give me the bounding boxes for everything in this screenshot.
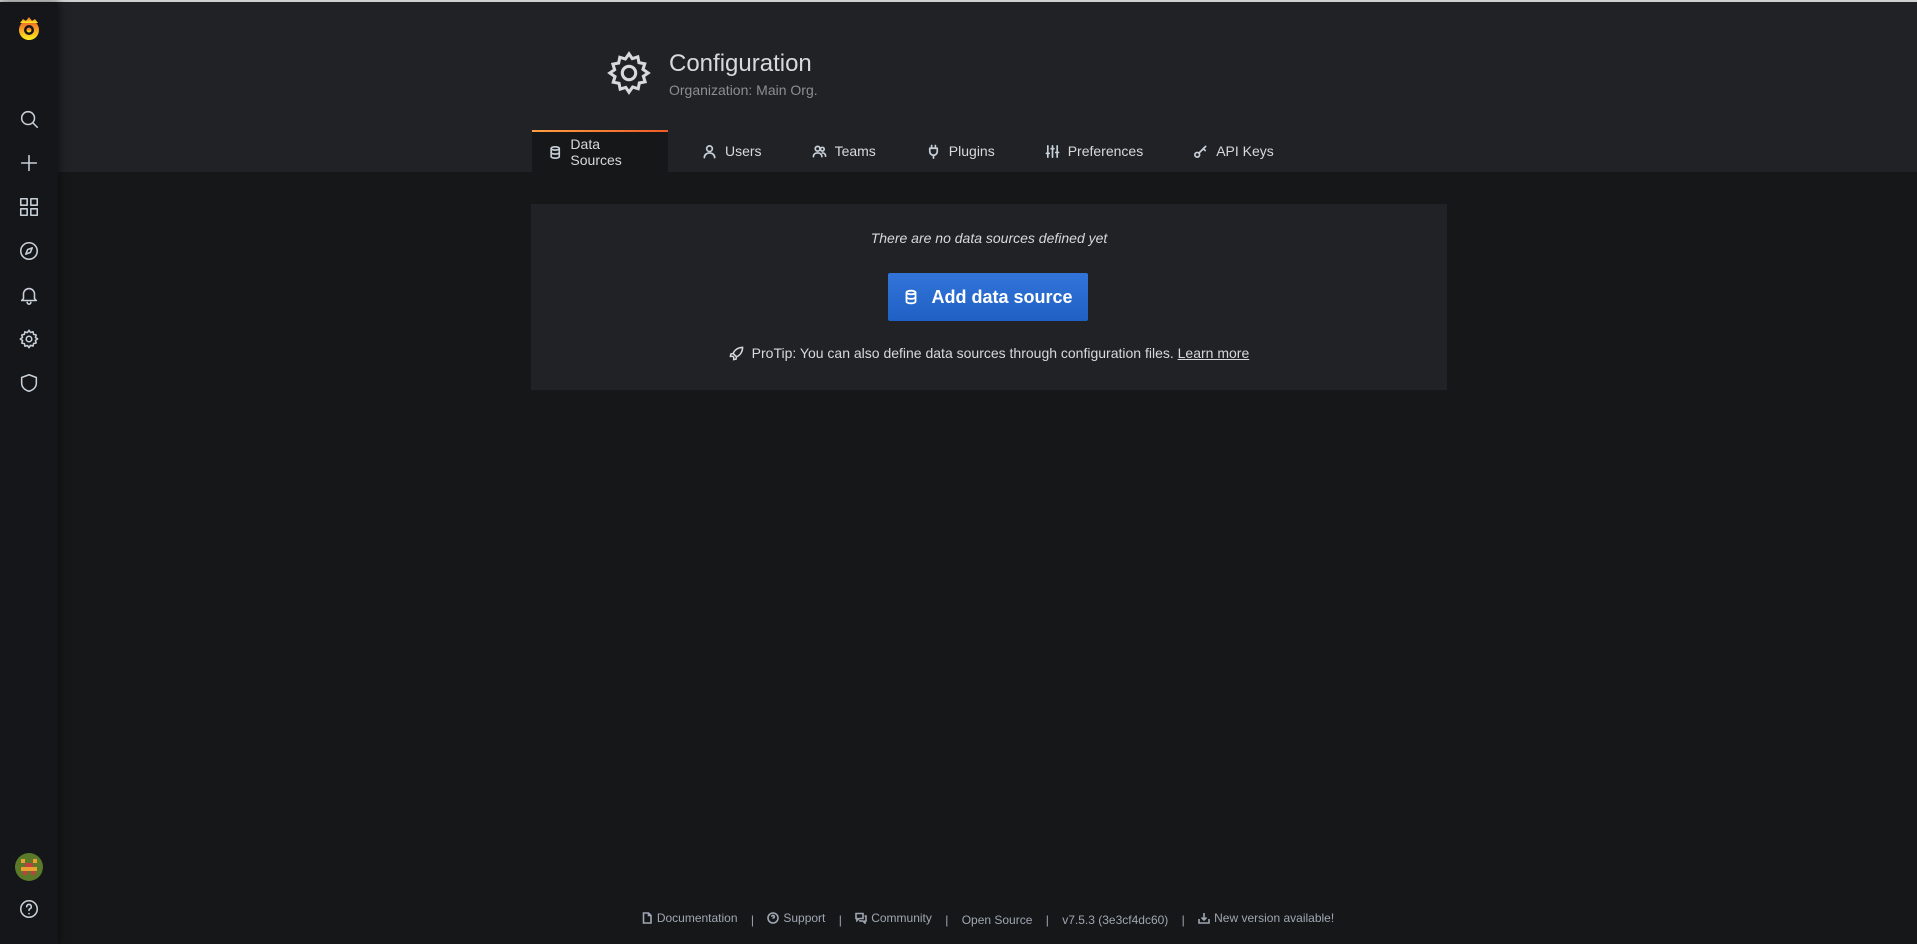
sliders-icon (1045, 144, 1060, 158)
footer-documentation-label: Documentation (656, 911, 738, 925)
bell-icon (20, 287, 38, 305)
gear-icon (606, 50, 652, 96)
database-icon (550, 145, 561, 159)
tab-label: API Keys (1216, 143, 1274, 159)
sidebar (0, 2, 58, 944)
footer-support-label: Support (783, 911, 826, 925)
protip-text: ProTip: You can also define data sources… (751, 345, 1174, 361)
footer-version-label: v7.5.3 (3e3cf4dc60) (1062, 913, 1169, 927)
empty-state-message: There are no data sources defined yet (870, 230, 1108, 246)
download-icon (1198, 913, 1210, 924)
empty-state-card: There are no data sources defined yet Ad… (531, 204, 1447, 390)
tab-teams[interactable]: Teams (778, 130, 892, 172)
protip: ProTip: You can also define data sources… (531, 345, 1447, 361)
tab-bar: Data Sources Users Teams Plugins Prefere… (532, 130, 1290, 172)
footer-version: v7.5.3 (3e3cf4dc60) (1062, 913, 1168, 927)
tab-label: Data Sources (570, 136, 622, 168)
add-data-source-label: Add data source (931, 286, 1073, 307)
tab-label: Preferences (1067, 143, 1144, 159)
footer-separator: | (750, 913, 754, 927)
user-icon (703, 144, 716, 158)
footer-new-version-link[interactable]: New version available! (1198, 911, 1334, 925)
page-header: Configuration Organization: Main Org. Da… (58, 2, 1917, 172)
footer-separator: | (1045, 913, 1049, 927)
tab-api-keys[interactable]: API Keys (1159, 130, 1290, 172)
page-title: Configuration (669, 50, 812, 77)
grafana-logo-icon[interactable] (12, 12, 46, 46)
tab-data-sources[interactable]: Data Sources (532, 130, 668, 172)
footer: Documentation | Support | Community | Op… (58, 911, 1917, 927)
avatar[interactable] (15, 853, 43, 881)
tab-label: Plugins (948, 143, 995, 159)
help-icon (767, 912, 780, 924)
rocket-icon (729, 346, 744, 361)
learn-more-link[interactable]: Learn more (1178, 345, 1250, 361)
tab-preferences[interactable]: Preferences (1011, 130, 1159, 172)
sidebar-item-explore[interactable] (9, 231, 49, 271)
tab-plugins[interactable]: Plugins (892, 130, 1011, 172)
footer-separator: | (838, 913, 842, 927)
help-icon (19, 899, 39, 919)
gear-icon (19, 329, 39, 349)
footer-community-label: Community (871, 911, 932, 925)
footer-open-source-link[interactable]: Open Source (962, 913, 1033, 927)
footer-community-link[interactable]: Community (855, 911, 932, 925)
add-data-source-button[interactable]: Add data source (888, 273, 1088, 321)
sidebar-item-alerting[interactable] (9, 275, 49, 315)
sidebar-item-help[interactable] (9, 889, 49, 929)
page-subtitle: Organization: Main Org. (669, 82, 818, 98)
sidebar-item-create[interactable] (9, 143, 49, 183)
key-icon (1194, 145, 1207, 158)
plug-icon (928, 144, 938, 159)
footer-separator: | (1181, 913, 1185, 927)
users-icon (812, 145, 826, 157)
sidebar-item-search[interactable] (9, 99, 49, 139)
sidebar-item-configuration[interactable] (9, 319, 49, 359)
comments-icon (855, 912, 867, 924)
sidebar-item-dashboards[interactable] (9, 187, 49, 227)
database-icon (906, 289, 917, 305)
footer-open-source-label: Open Source (961, 913, 1033, 927)
tab-label: Teams (834, 143, 876, 159)
sidebar-item-server-admin[interactable] (9, 363, 49, 403)
search-icon (20, 110, 39, 129)
footer-new-version-label: New version available! (1214, 911, 1335, 925)
shield-icon (20, 373, 38, 393)
explore-icon (19, 241, 39, 261)
tab-users[interactable]: Users (668, 130, 778, 172)
dashboards-icon (19, 197, 39, 217)
document-icon (642, 912, 652, 924)
footer-support-link[interactable]: Support (767, 911, 825, 925)
tab-label: Users (725, 143, 762, 159)
footer-separator: | (945, 913, 949, 927)
plus-icon (20, 154, 38, 172)
footer-documentation-link[interactable]: Documentation (641, 911, 738, 925)
